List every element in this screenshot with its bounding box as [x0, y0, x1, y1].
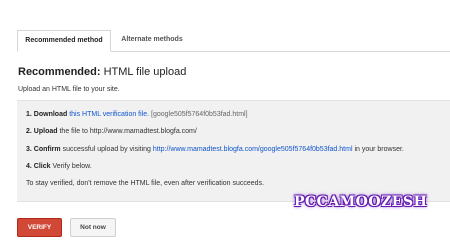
step-confirm: 3. Confirm successful upload by visiting… — [26, 146, 404, 153]
instructions-panel: 1. Download this HTML verification file.… — [17, 100, 450, 202]
step-action: Click — [33, 163, 51, 170]
verification-file-name: [google505f5764f0b53fad.html] — [151, 111, 248, 118]
step-text: successful upload by visiting — [62, 146, 151, 153]
intro-text: Upload an HTML file to your site. — [18, 86, 120, 93]
step-upload: 2. Upload the file to http://www.mamadte… — [26, 128, 197, 135]
watermark-text: PCCAMOOZESH — [294, 194, 428, 210]
step-number: 2. — [26, 128, 32, 135]
step-download: 1. Download this HTML verification file.… — [26, 111, 248, 118]
step-tail: in your browser. — [354, 146, 404, 153]
step-text: the file to http://www.mamadtest.blogfa.… — [59, 128, 197, 135]
page-title: Recommended: HTML file upload — [18, 66, 186, 78]
verify-button[interactable]: VERIFY — [17, 218, 62, 237]
step-action: Upload — [33, 128, 58, 135]
step-action: Confirm — [33, 146, 61, 153]
step-number: 3. — [26, 146, 32, 153]
tab-recommended-method[interactable]: Recommended method — [17, 30, 111, 52]
page-title-rest: HTML file upload — [100, 66, 187, 78]
verification-url-link[interactable]: http://www.mamadtest.blogfa.com/google50… — [153, 146, 353, 153]
step-number: 4. — [26, 163, 32, 170]
verification-note: To stay verified, don't remove the HTML … — [26, 180, 265, 187]
method-tabs: Recommended method Alternate methods — [17, 30, 450, 52]
not-now-button[interactable]: Not now — [70, 218, 116, 237]
tab-alternate-methods[interactable]: Alternate methods — [113, 30, 191, 50]
page-title-bold: Recommended: — [18, 66, 101, 78]
step-click-verify: 4. Click Verify below. — [26, 163, 92, 170]
step-number: 1. — [26, 111, 32, 118]
step-action: Download — [33, 111, 68, 118]
step-text: Verify below. — [52, 163, 92, 170]
download-file-link[interactable]: this HTML verification file. — [69, 111, 149, 118]
